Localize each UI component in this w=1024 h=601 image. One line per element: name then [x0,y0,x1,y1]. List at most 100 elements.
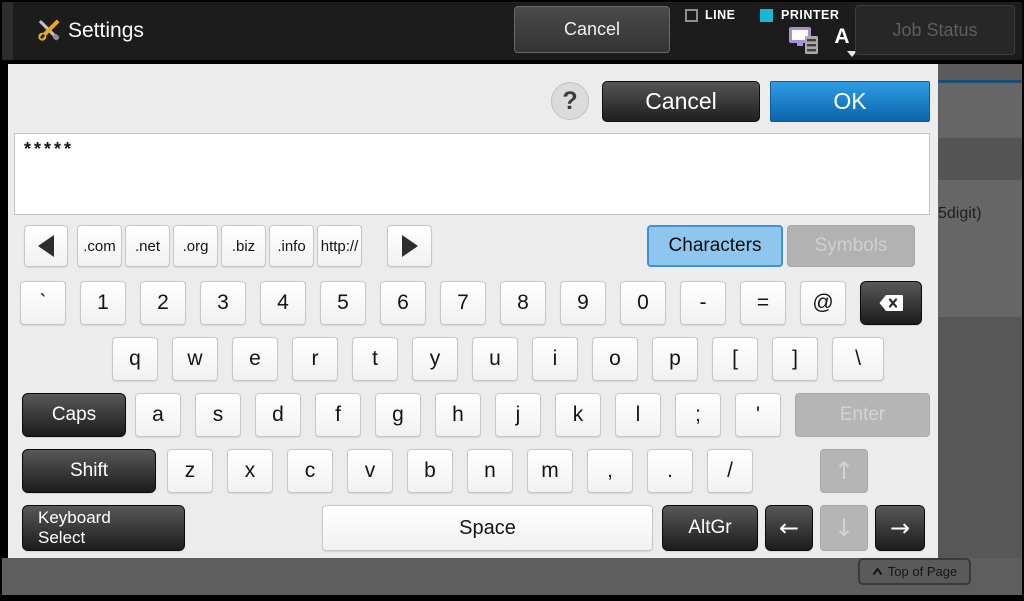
key-f[interactable]: f [315,393,361,437]
url-shortcut-row: .com .net .org .biz .info http:// Charac… [8,225,938,271]
key-y[interactable]: y [412,337,458,381]
key-8[interactable]: 8 [500,281,546,325]
left-triangle-icon [38,235,54,257]
key-c[interactable]: c [287,449,333,493]
dialog-cancel-button[interactable]: Cancel [602,81,760,122]
key-dot-com[interactable]: .com [77,225,122,267]
key-m[interactable]: m [527,449,573,493]
cursor-up-key[interactable]: ↑ [820,449,868,493]
key-g[interactable]: g [375,393,421,437]
key-n[interactable]: n [467,449,513,493]
key-slash[interactable]: / [707,449,753,493]
scroll-left-button[interactable] [24,225,68,267]
chevron-up-icon [872,567,883,576]
top-of-page-button[interactable]: Top of Page [858,558,971,585]
key-d[interactable]: d [255,393,301,437]
cursor-down-key[interactable]: ↓ [820,505,868,551]
text-entry-field[interactable]: ***** [14,133,930,215]
scroll-right-button[interactable] [387,225,432,267]
key-z[interactable]: z [167,449,213,493]
left-arrow-icon: ← [778,514,800,542]
backspace-key[interactable] [860,281,922,325]
key-2[interactable]: 2 [140,281,186,325]
font-indicator-letter: A [834,25,850,48]
key-3[interactable]: 3 [200,281,246,325]
key-5[interactable]: 5 [320,281,366,325]
printer-label: PRINTER [781,8,840,22]
backspace-icon [879,295,903,311]
keyboard-row-numbers: ` 1 2 3 4 5 6 7 8 9 0 - = @ [8,281,938,327]
key-backtick[interactable]: ` [20,281,66,325]
key-p[interactable]: p [652,337,698,381]
tab-characters[interactable]: Characters [647,225,783,267]
key-t[interactable]: t [352,337,398,381]
dialog-ok-button[interactable]: OK [770,81,930,122]
job-status-button[interactable]: Job Status [855,5,1015,55]
key-bracket-close[interactable]: ] [772,337,818,381]
key-1[interactable]: 1 [80,281,126,325]
background-partial-text: 5digit) [938,205,982,222]
mfp-touchscreen: Settings Cancel LINE PRINTER A Job Statu… [0,0,1024,601]
top-bar-left-strip [2,2,13,60]
key-q[interactable]: q [112,337,158,381]
enter-key[interactable]: Enter [795,393,930,437]
key-9[interactable]: 9 [560,281,606,325]
key-comma[interactable]: , [587,449,633,493]
key-dot-org[interactable]: .org [173,225,218,267]
altgr-key[interactable]: AltGr [662,505,758,551]
soft-keyboard-dialog: ? Cancel OK ***** .com .net .org .biz .i… [8,64,938,558]
cursor-left-key[interactable]: ← [765,505,813,551]
key-apostrophe[interactable]: ' [735,393,781,437]
key-v[interactable]: v [347,449,393,493]
topbar-cancel-button[interactable]: Cancel [514,6,670,53]
key-6[interactable]: 6 [380,281,426,325]
background-content-band [938,180,1022,317]
background-section-band [938,138,1022,180]
key-bracket-open[interactable]: [ [712,337,758,381]
key-b[interactable]: b [407,449,453,493]
caps-key[interactable]: Caps [22,393,126,437]
key-r[interactable]: r [292,337,338,381]
key-u[interactable]: u [472,337,518,381]
page-title: Settings [68,19,144,42]
background-section-band [938,317,1022,558]
space-key[interactable]: Space [322,505,653,551]
key-w[interactable]: w [172,337,218,381]
key-s[interactable]: s [195,393,241,437]
key-dot-info[interactable]: .info [269,225,314,267]
keyboard-select-key[interactable]: Keyboard Select [22,505,185,551]
key-backslash[interactable]: \ [832,337,884,381]
help-button[interactable]: ? [551,82,589,120]
key-at[interactable]: @ [800,281,846,325]
key-l[interactable]: l [615,393,661,437]
language-font-selector[interactable]: A [831,25,857,57]
key-a[interactable]: a [135,393,181,437]
key-h[interactable]: h [435,393,481,437]
key-k[interactable]: k [555,393,601,437]
key-e[interactable]: e [232,337,278,381]
top-of-page-label: Top of Page [887,564,958,579]
key-x[interactable]: x [227,449,273,493]
cursor-right-key[interactable]: → [875,505,925,551]
settings-tools-icon [38,19,60,41]
top-bar: Settings Cancel LINE PRINTER A Job Statu… [2,2,1022,60]
key-equals[interactable]: = [740,281,786,325]
key-semicolon[interactable]: ; [675,393,721,437]
key-dot-net[interactable]: .net [125,225,170,267]
line-label: LINE [705,8,736,22]
shift-key[interactable]: Shift [22,449,156,493]
key-0[interactable]: 0 [620,281,666,325]
printer-indicator [760,9,773,22]
key-minus[interactable]: - [680,281,726,325]
key-period[interactable]: . [647,449,693,493]
key-o[interactable]: o [592,337,638,381]
key-i[interactable]: i [532,337,578,381]
key-j[interactable]: j [495,393,541,437]
right-triangle-icon [401,235,418,257]
key-7[interactable]: 7 [440,281,486,325]
device-status-icon [789,27,818,54]
key-dot-biz[interactable]: .biz [221,225,266,267]
key-http[interactable]: http:// [317,225,362,267]
key-4[interactable]: 4 [260,281,306,325]
tab-symbols[interactable]: Symbols [787,225,915,267]
